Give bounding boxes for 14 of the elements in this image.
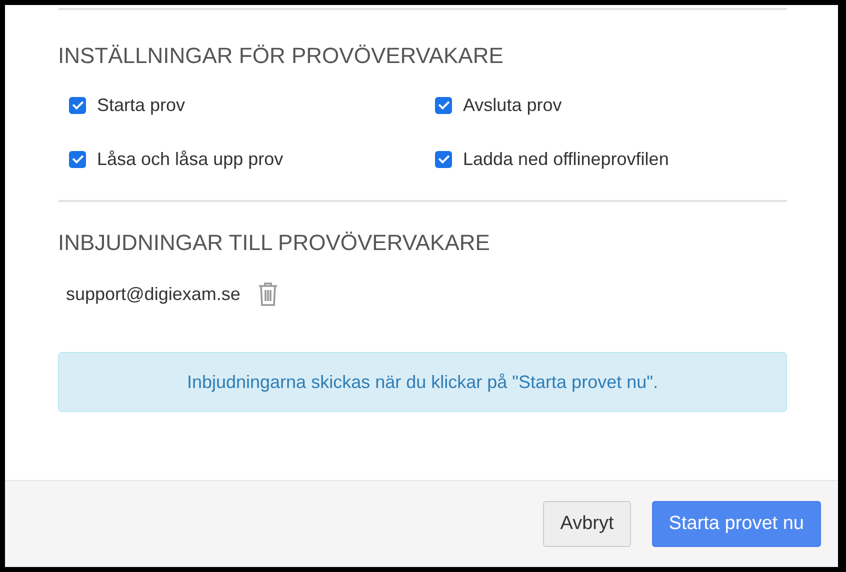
checkbox[interactable] [69,96,86,114]
trash-icon[interactable] [258,282,278,306]
checkbox[interactable] [69,150,86,168]
cancel-button[interactable]: Avbryt [543,501,631,547]
checkbox-label: Avsluta prov [463,94,562,117]
email-address: support@digiexam.se [66,284,240,304]
checkbox-label: Ladda ned offlineprovfilen [463,148,669,171]
info-notice: Inbjudningarna skickas när du klickar på "Starta provet nu". [58,352,787,412]
section-heading: INBJUDNINGAR TILL PROVÖVERVAKARE [58,230,491,256]
checkbox-label: Starta prov [97,94,186,117]
section-heading: INSTÄLLNINGAR FÖR PROVÖVERVAKARE [58,43,504,69]
checkbox[interactable] [435,96,452,114]
checkbox[interactable] [435,150,452,168]
checkbox-label: Låsa och låsa upp prov [97,148,284,171]
